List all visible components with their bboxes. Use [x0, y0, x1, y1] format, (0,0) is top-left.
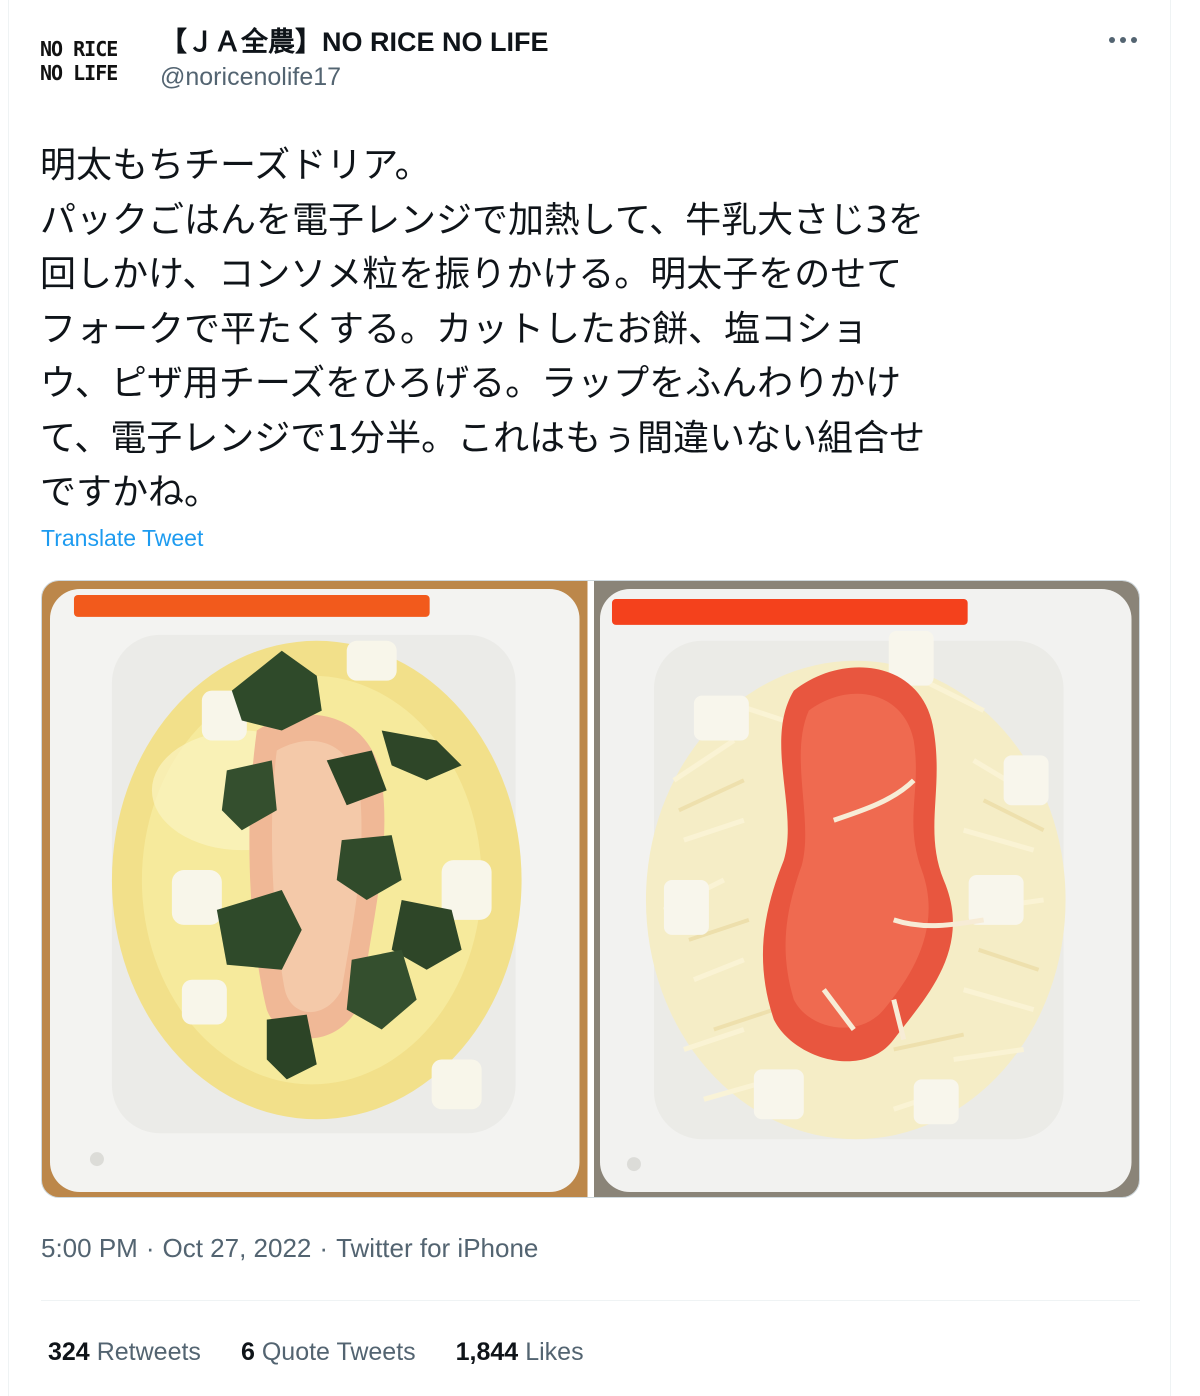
photo-cooked-doria[interactable]: [42, 581, 588, 1197]
retweets-label: Retweets: [96, 1338, 201, 1366]
likes-label: Likes: [525, 1338, 584, 1366]
tweet-source[interactable]: Twitter for iPhone: [336, 1233, 538, 1263]
divider: [41, 1300, 1140, 1301]
tweet-time[interactable]: 5:00 PM: [41, 1233, 138, 1263]
photo-before-cooking[interactable]: [593, 581, 1139, 1197]
display-name[interactable]: 【ＪＡ全農】NO RICE NO LIFE: [160, 20, 549, 59]
tweet-date[interactable]: Oct 27, 2022: [163, 1233, 312, 1263]
avatar-text-line1: NO RICE: [40, 37, 118, 61]
quote-tweets-stat[interactable]: 6 Quote Tweets: [241, 1338, 416, 1367]
media-grid: [41, 580, 1140, 1198]
engagement-stats: 324 Retweets 6 Quote Tweets 1,844 Likes: [48, 1338, 584, 1367]
likes-stat[interactable]: 1,844 Likes: [456, 1338, 584, 1367]
retweets-count: 324: [48, 1338, 90, 1366]
user-handle[interactable]: @noricenolife17: [160, 63, 341, 92]
tweet-text: 明太もちチーズドリア。 パックごはんを電子レンジで加熱して、牛乳大さじ3を 回し…: [40, 145, 926, 513]
avatar[interactable]: NO RICE NO LIFE: [40, 28, 136, 94]
quote-tweets-label: Quote Tweets: [261, 1338, 416, 1366]
retweets-stat[interactable]: 324 Retweets: [48, 1338, 201, 1367]
tweet-meta: 5:00 PM · Oct 27, 2022 · Twitter for iPhone: [41, 1233, 538, 1264]
more-options-button[interactable]: [1100, 20, 1146, 60]
avatar-text-line2: NO LIFE: [40, 61, 118, 85]
translate-tweet-link[interactable]: Translate Tweet: [41, 525, 203, 552]
meta-separator: ·: [145, 1233, 155, 1263]
meta-separator: ·: [319, 1233, 329, 1263]
more-horizontal-icon: [1109, 37, 1137, 43]
quote-tweets-count: 6: [240, 1338, 255, 1366]
likes-count: 1,844: [455, 1338, 519, 1366]
